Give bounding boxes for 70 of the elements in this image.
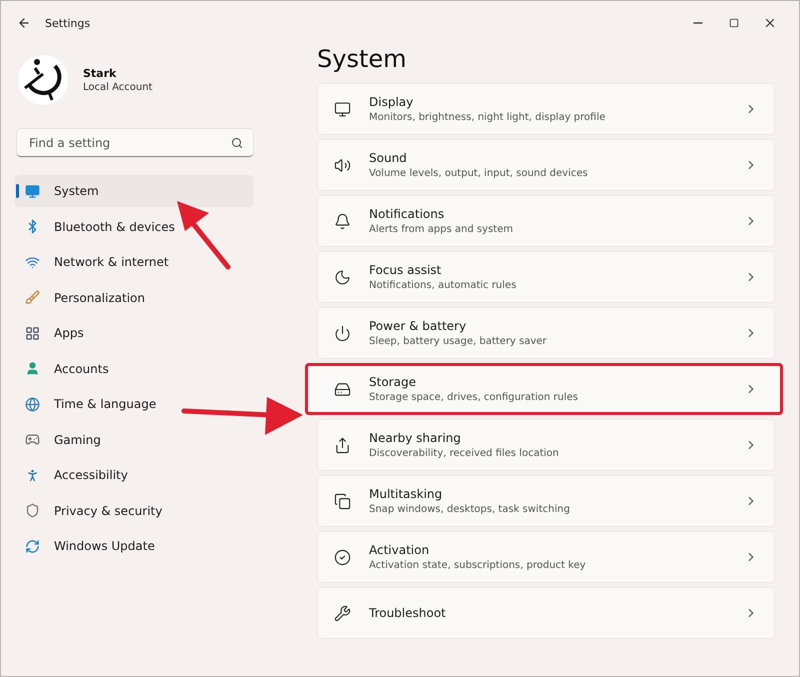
card-title: Storage xyxy=(369,375,417,389)
globe-icon xyxy=(25,396,40,412)
sidebar-item[interactable]: Privacy & security xyxy=(15,494,253,526)
page-title: System xyxy=(317,45,408,73)
settings-card[interactable]: Power & battery Sleep, battery usage, battery saver xyxy=(317,307,775,359)
card-subtitle: Monitors, brightness, night light, display profile xyxy=(369,112,606,123)
card-subtitle: Discoverability, received files location xyxy=(369,448,560,459)
shield-icon xyxy=(25,503,40,518)
bell-icon xyxy=(334,212,351,230)
card-title: Notifications xyxy=(369,207,446,221)
search-input[interactable]: Find a setting xyxy=(27,134,231,150)
card-title: Sound xyxy=(369,151,408,165)
sidebar-item[interactable]: System xyxy=(15,175,253,207)
card-title: Nearby sharing xyxy=(369,431,462,445)
windows-icon xyxy=(334,492,351,510)
brush-icon xyxy=(25,290,40,305)
settings-card[interactable]: Sound Volume levels, output, input, sound devices xyxy=(317,139,775,191)
sidebar-item[interactable]: Bluetooth & devices xyxy=(15,210,253,242)
sidebar-item[interactable]: Accounts xyxy=(15,352,253,384)
card-title: Activation xyxy=(369,543,430,557)
card-subtitle: Alerts from apps and system xyxy=(369,224,514,235)
avatar-icon xyxy=(17,54,69,106)
card-subtitle: Snap windows, desktops, task switching xyxy=(369,504,571,515)
search-field[interactable]: Find a setting xyxy=(17,129,253,157)
monitor-icon xyxy=(25,184,40,198)
settings-card[interactable]: Activation Activation state, subscriptions, product key xyxy=(317,531,775,583)
settings-card[interactable]: Nearby sharing Discoverability, received files location xyxy=(317,419,775,471)
card-title: Focus assist xyxy=(369,263,442,277)
sidebar-item[interactable]: Apps xyxy=(15,317,253,349)
sidebar-item[interactable]: Accessibility xyxy=(15,459,253,491)
settings-card[interactable]: Troubleshoot xyxy=(317,587,775,639)
moon-icon xyxy=(334,268,351,286)
card-subtitle: Activation state, subscriptions, product key xyxy=(369,560,587,571)
settings-card[interactable]: Multitasking Snap windows, desktops, task switching xyxy=(317,475,775,527)
settings-card[interactable]: Focus assist Notifications, automatic rules xyxy=(317,251,775,303)
card-title: Power & battery xyxy=(369,319,468,333)
drive-icon xyxy=(334,380,351,398)
card-title: Multitasking xyxy=(369,487,444,501)
window-title: Settings xyxy=(45,16,92,30)
speaker-icon xyxy=(334,156,351,174)
share-icon xyxy=(334,436,351,454)
person-icon xyxy=(25,361,40,376)
account-name: Stark xyxy=(83,67,118,80)
sidebar-item[interactable]: Gaming xyxy=(15,424,253,456)
card-subtitle: Storage space, drives, configuration rules xyxy=(369,392,579,403)
settings-card[interactable]: Display Monitors, brightness, night light, display profile xyxy=(317,83,775,135)
power-icon xyxy=(334,324,351,342)
card-subtitle: Notifications, automatic rules xyxy=(369,280,518,291)
display-icon xyxy=(334,100,351,118)
wifi-icon xyxy=(25,254,40,270)
sidebar-item[interactable]: Time & language xyxy=(15,388,253,420)
accessibility-icon xyxy=(25,468,40,482)
update-icon xyxy=(25,538,40,554)
card-title: Troubleshoot xyxy=(369,606,447,620)
settings-card[interactable]: Storage Storage space, drives, configuration rules xyxy=(305,363,783,415)
card-subtitle: Sleep, battery usage, battery saver xyxy=(369,336,548,347)
wrench-icon xyxy=(334,604,351,622)
account-type: Local Account xyxy=(83,82,152,93)
sidebar-item[interactable]: Personalization xyxy=(15,282,253,314)
settings-card[interactable]: Notifications Alerts from apps and system xyxy=(317,195,775,247)
sidebar-item[interactable]: Windows Update xyxy=(15,530,253,562)
maximize-icon xyxy=(729,18,739,28)
card-subtitle: Volume levels, output, input, sound devices xyxy=(369,168,589,179)
apps-icon xyxy=(25,326,40,340)
close-icon xyxy=(763,16,777,30)
sidebar-item[interactable]: Network & internet xyxy=(15,246,253,278)
gamepad-icon xyxy=(25,432,40,447)
check-circle-icon xyxy=(334,548,351,566)
search-icon xyxy=(231,136,243,148)
card-title: Display xyxy=(369,95,414,109)
